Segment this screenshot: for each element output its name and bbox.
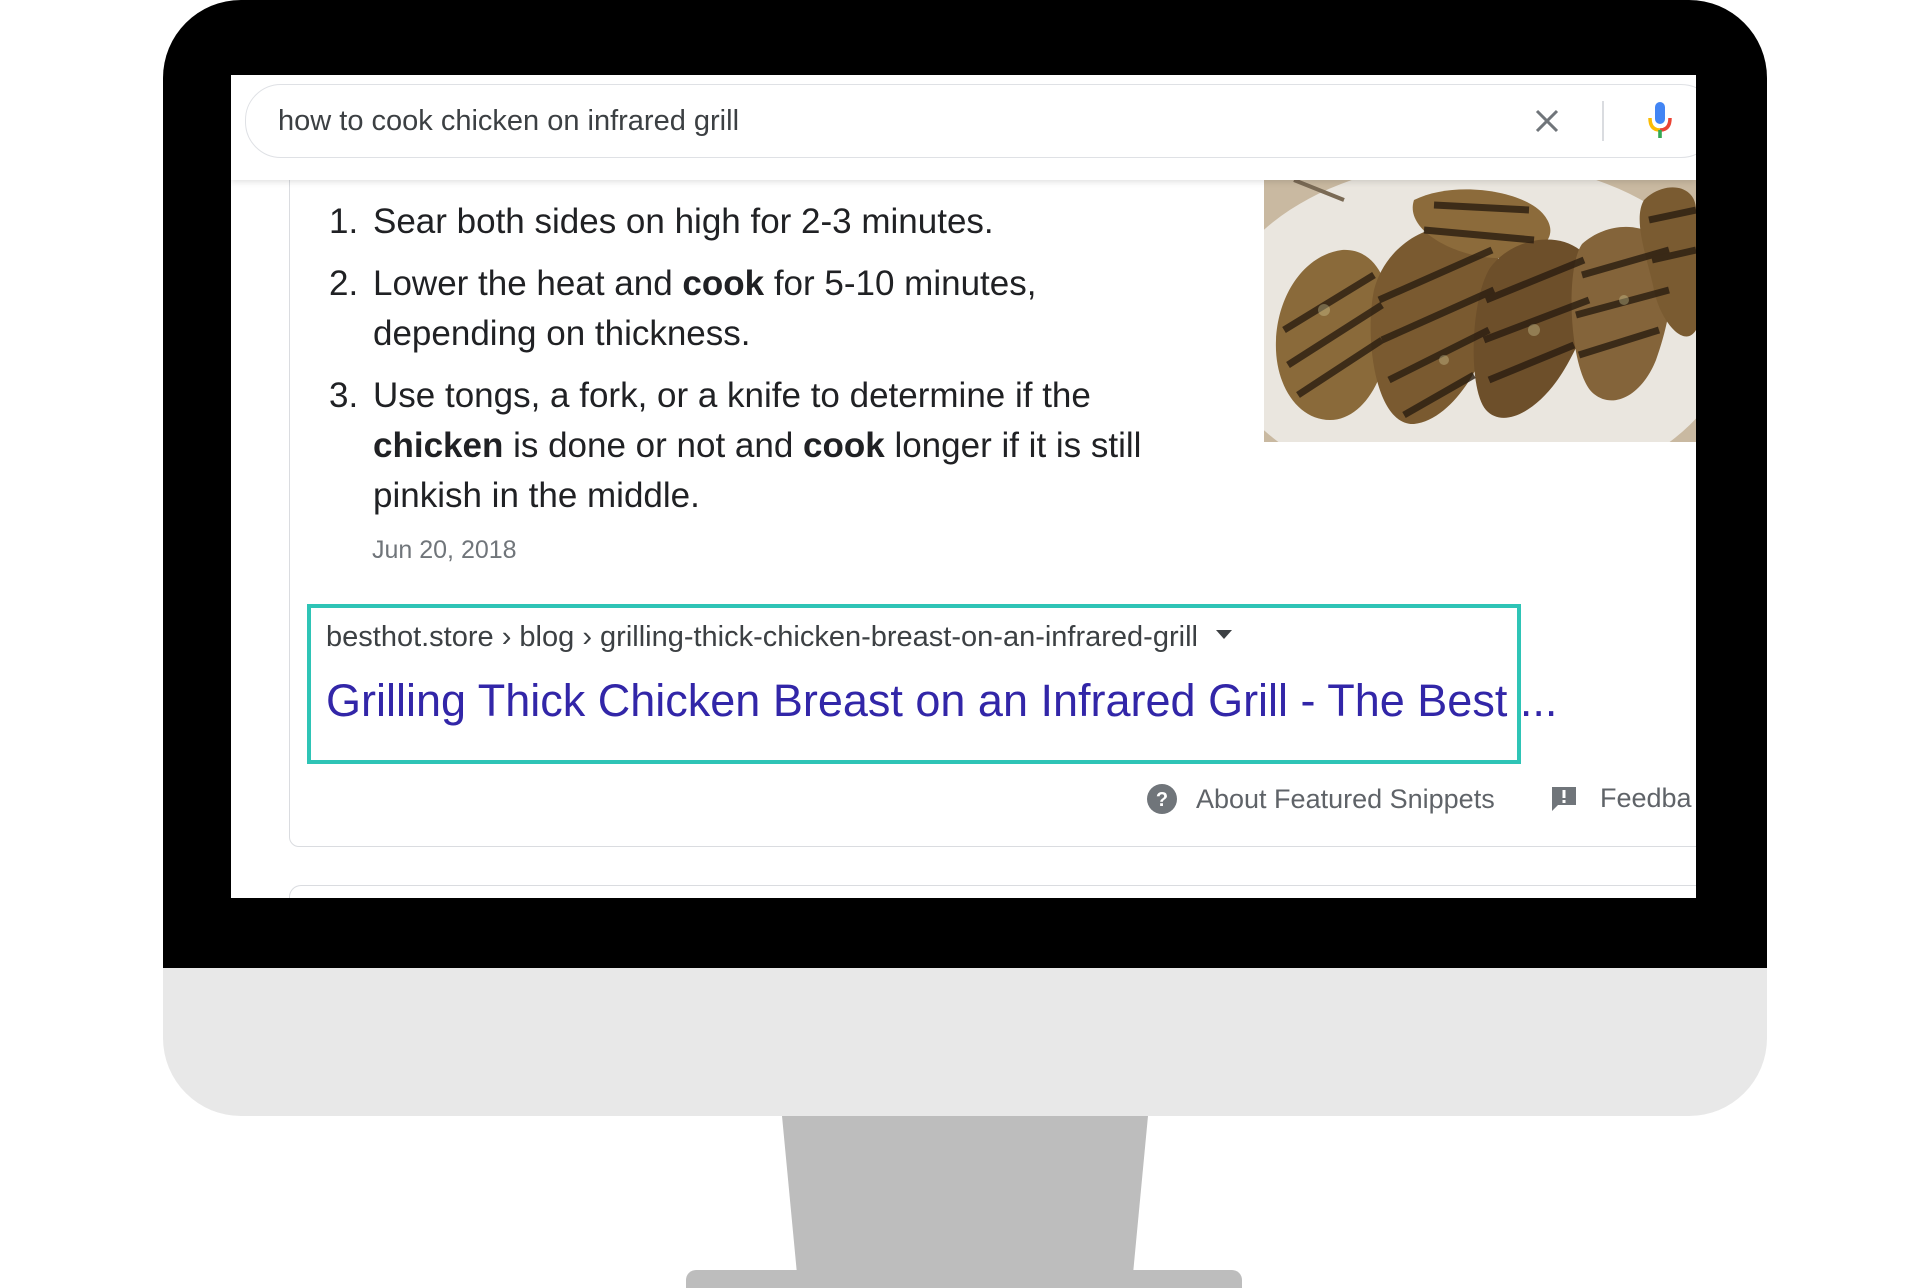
- feedback-label: Feedba: [1600, 783, 1692, 813]
- result-breadcrumb: besthot.store › blog › grilling-thick-ch…: [326, 621, 1232, 654]
- help-circle-icon: ?: [1147, 784, 1177, 814]
- monitor-stand: [782, 1116, 1148, 1280]
- search-input[interactable]: [278, 98, 1478, 144]
- snippet-date: Jun 20, 2018: [372, 536, 517, 564]
- search-box: [245, 84, 1696, 158]
- close-icon: [1535, 109, 1559, 133]
- breadcrumb-text: besthot.store › blog › grilling-thick-ch…: [326, 621, 1198, 653]
- step-keyword: chicken: [373, 426, 504, 465]
- step-text: Use tongs, a fork, or a knife to determi…: [373, 376, 1091, 415]
- about-featured-snippets-label: About Featured Snippets: [1196, 783, 1495, 814]
- feedback-link[interactable]: Feedba: [1550, 783, 1692, 814]
- search-divider: [1602, 101, 1604, 141]
- caret-down-icon[interactable]: [1215, 629, 1232, 639]
- screen: 1. Sear both sides on high for 2-3 minute…: [231, 75, 1696, 898]
- step-number: 3.: [329, 376, 359, 415]
- snippet-steps-list: 1. Sear both sides on high for 2-3 minute…: [329, 197, 1169, 533]
- monitor-base: [686, 1270, 1242, 1288]
- step-number: 1.: [329, 202, 359, 241]
- svg-text:?: ?: [1156, 789, 1168, 811]
- snippet-step: 3. Use tongs, a fork, or a knife to deter…: [329, 371, 1169, 521]
- step-keyword: cook: [803, 426, 885, 465]
- step-text: Lower the heat and: [373, 264, 683, 303]
- microphone-icon: [1648, 102, 1672, 138]
- about-featured-snippets-link[interactable]: ? About Featured Snippets: [1146, 783, 1495, 815]
- clear-search-button[interactable]: [1525, 99, 1569, 143]
- step-text: Sear both sides on high for 2-3 minutes.: [373, 202, 994, 241]
- feedback-icon: [1552, 786, 1576, 811]
- snippet-image[interactable]: [1264, 180, 1696, 442]
- snippet-step: 1. Sear both sides on high for 2-3 minute…: [329, 197, 1169, 247]
- next-result-card: [289, 885, 1696, 898]
- step-number: 2.: [329, 264, 359, 303]
- snippet-step: 2. Lower the heat and cook for 5-10 minut…: [329, 259, 1169, 359]
- voice-search-button[interactable]: [1640, 97, 1680, 145]
- step-text: is done or not and: [503, 426, 804, 465]
- monitor-chin: [163, 968, 1767, 1116]
- search-header: [231, 75, 1696, 180]
- step-keyword: cook: [682, 264, 765, 303]
